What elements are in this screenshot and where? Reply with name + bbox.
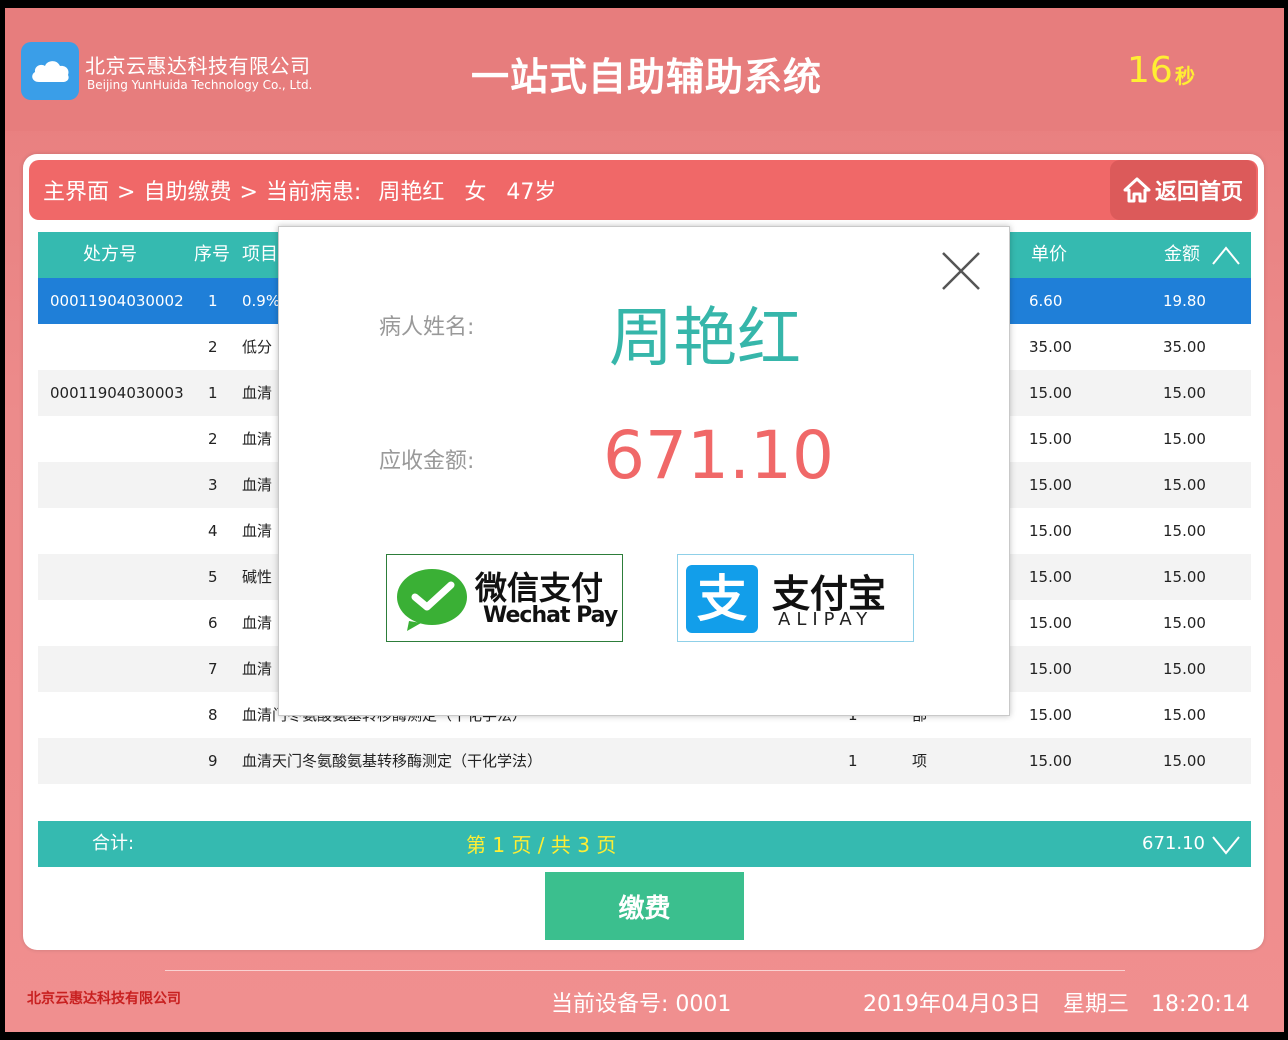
header-item: 项目 xyxy=(242,244,278,265)
patient-name: 周艳红 xyxy=(378,180,445,205)
cell-amount: 15.00 xyxy=(1163,706,1206,724)
app-title-text: 一站式自助辅助系统 xyxy=(470,55,822,99)
total-label: 合计: xyxy=(92,833,135,854)
footer-divider xyxy=(165,970,1125,971)
header-rx: 处方号 xyxy=(83,244,137,265)
amount-due-label: 应收金额: xyxy=(379,449,475,474)
cell-amount: 15.00 xyxy=(1163,384,1206,402)
return-home-label: 返回首页 xyxy=(1154,180,1243,205)
patient-name-label: 病人姓名: xyxy=(379,315,475,340)
breadcrumb-separator: > xyxy=(239,180,258,205)
patient-age: 47岁 xyxy=(506,180,557,205)
cell-price: 15.00 xyxy=(1029,706,1072,724)
cell-seq: 4 xyxy=(208,522,218,540)
cell-seq: 9 xyxy=(208,752,218,770)
page-indicator: 第 1 页 / 共 3 页 xyxy=(466,833,617,857)
breadcrumb: 主界面 > 自助缴费 > 当前病患: 周艳红女 47岁 xyxy=(43,174,556,206)
cell-item: 低分 xyxy=(242,338,273,356)
cell-item: 碱性 xyxy=(242,568,273,586)
cell-seq: 6 xyxy=(208,614,218,632)
cell-amount: 15.00 xyxy=(1163,522,1206,540)
total-value: 671.10 xyxy=(1142,833,1205,854)
cell-item: 血清 xyxy=(242,614,273,632)
cell-price: 15.00 xyxy=(1029,614,1072,632)
wechat-logo-icon xyxy=(397,569,467,631)
cell-amount: 15.00 xyxy=(1163,430,1206,448)
cell-item: 血清 xyxy=(242,522,273,540)
cell-seq: 1 xyxy=(208,384,218,402)
cell-amount: 15.00 xyxy=(1163,476,1206,494)
cell-rx: 00011904030002 xyxy=(50,292,184,310)
dialog-patient-name: 周艳红 xyxy=(609,302,801,376)
header-price: 单价 xyxy=(1031,244,1067,265)
countdown-unit: 秒 xyxy=(1175,64,1195,88)
wechat-pay-button[interactable]: 微信支付 Wechat Pay xyxy=(386,554,623,642)
cell-amount: 35.00 xyxy=(1163,338,1206,356)
wechat-pay-label-en: Wechat Pay xyxy=(483,603,618,628)
total-bar: 合计: 第 1 页 / 共 3 页 671.10 xyxy=(38,821,1251,867)
cell-amount: 15.00 xyxy=(1163,660,1206,678)
alipay-label-en: ALIPAY xyxy=(778,609,874,630)
cell-price: 35.00 xyxy=(1029,338,1072,356)
cell-price: 15.00 xyxy=(1029,660,1072,678)
cell-rx: 00011904030003 xyxy=(50,384,184,402)
cell-price: 15.00 xyxy=(1029,384,1072,402)
cell-seq: 5 xyxy=(208,568,218,586)
cell-amount: 15.00 xyxy=(1163,614,1206,632)
cell-item: 血清 xyxy=(242,660,273,678)
breadcrumb-page: 自助缴费 xyxy=(143,180,232,205)
device-number: 当前设备号: 0001 xyxy=(551,992,732,1017)
footer-company: 北京云惠达科技有限公司 xyxy=(27,991,181,1007)
scroll-down-icon[interactable] xyxy=(1211,829,1241,859)
payment-dialog: 病人姓名: 周艳红 应收金额: 671.10 微信支付 Wechat Pay 支… xyxy=(278,226,1010,716)
amount-due-value: 671.10 xyxy=(603,417,834,494)
cell-price: 15.00 xyxy=(1029,522,1072,540)
date: 2019年04月03日 xyxy=(863,992,1041,1017)
cell-amount: 19.80 xyxy=(1163,292,1206,310)
datetime: 2019年04月03日 星期三 18:20:14 xyxy=(863,986,1250,1018)
time: 18:20:14 xyxy=(1151,992,1250,1017)
header-amount: 金额 xyxy=(1164,244,1200,265)
cell-item: 血清 xyxy=(242,476,273,494)
home-icon xyxy=(1123,177,1151,203)
cell-item: 0.9% xyxy=(242,292,281,310)
cell-price: 6.60 xyxy=(1029,292,1063,310)
header-seq: 序号 xyxy=(194,244,230,265)
alipay-logo-icon: 支 xyxy=(686,565,758,633)
cell-seq: 3 xyxy=(208,476,218,494)
table-row[interactable]: 9 血清天门冬氨酸氨基转移酶测定（干化学法） 1 项 15.00 15.00 xyxy=(38,738,1251,784)
app-header: 北京云惠达科技有限公司 Beijing YunHuida Technology … xyxy=(5,8,1284,131)
cell-amount: 15.00 xyxy=(1163,568,1206,586)
cell-price: 15.00 xyxy=(1029,752,1072,770)
countdown-timer: 16 xyxy=(1127,50,1173,91)
patient-gender: 女 xyxy=(464,180,487,205)
cell-price: 15.00 xyxy=(1029,430,1072,448)
cell-seq: 2 xyxy=(208,338,218,356)
cell-item: 血清 xyxy=(242,384,273,402)
breadcrumb-home[interactable]: 主界面 xyxy=(43,180,109,205)
cell-amount: 15.00 xyxy=(1163,752,1206,770)
scroll-up-icon[interactable] xyxy=(1211,240,1241,270)
breadcrumb-bar: 主界面 > 自助缴费 > 当前病患: 周艳红女 47岁 返回首页 xyxy=(29,160,1258,220)
breadcrumb-separator: > xyxy=(117,180,136,205)
cell-seq: 2 xyxy=(208,430,218,448)
return-home-button[interactable]: 返回首页 xyxy=(1110,160,1256,220)
close-icon[interactable] xyxy=(939,249,983,293)
cell-item: 血清天门冬氨酸氨基转移酶测定（干化学法） xyxy=(242,752,543,770)
app-title: 一站式自助辅助系统 xyxy=(5,46,1284,101)
cell-unit: 项 xyxy=(912,752,928,770)
cell-seq: 7 xyxy=(208,660,218,678)
weekday: 星期三 xyxy=(1062,992,1129,1017)
alipay-button[interactable]: 支 支付宝 ALIPAY xyxy=(677,554,914,642)
patient-label: 当前病患: xyxy=(265,180,362,205)
cell-price: 15.00 xyxy=(1029,476,1072,494)
cell-seq: 8 xyxy=(208,706,218,724)
pay-button[interactable]: 缴费 xyxy=(545,872,744,940)
cell-item: 血清 xyxy=(242,430,273,448)
cell-price: 15.00 xyxy=(1029,568,1072,586)
cell-qty: 1 xyxy=(848,752,858,770)
cell-seq: 1 xyxy=(208,292,218,310)
